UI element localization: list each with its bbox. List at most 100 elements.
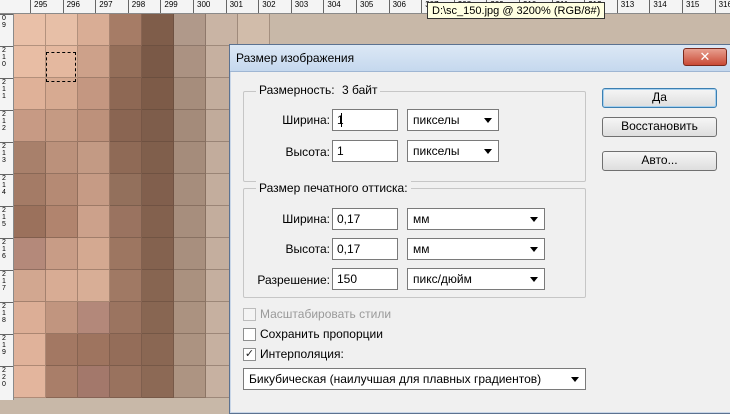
pixel-height-label: Высота:: [285, 145, 330, 159]
image-pixel: [174, 302, 206, 334]
pixel-dimensions-legend: Размерность: 3 байт: [256, 83, 381, 97]
image-pixel: [174, 14, 206, 46]
image-pixel: [78, 78, 110, 110]
image-pixel: [78, 46, 110, 78]
pixel-height-input[interactable]: 1: [332, 140, 398, 162]
resample-checkbox[interactable]: ✓: [243, 348, 256, 361]
pixel-dimensions-size: 3 байт: [341, 83, 378, 97]
ruler-tick-label: 2 1 2: [0, 110, 13, 142]
ruler-tick-label: 296: [62, 0, 80, 13]
pixel-dimensions-label: Размерность:: [259, 83, 335, 97]
image-pixel: [78, 110, 110, 142]
ruler-tick-label: 305: [356, 0, 373, 13]
ruler-tick-label: 303: [290, 0, 308, 13]
image-pixel: [174, 110, 206, 142]
image-pixel: [174, 334, 206, 366]
image-pixel: [78, 14, 110, 46]
constrain-proportions-checkbox[interactable]: [243, 328, 256, 341]
auto-button[interactable]: Авто...: [602, 151, 717, 171]
image-pixel: [142, 238, 174, 270]
pixel-width-unit-select[interactable]: пикселы: [407, 109, 499, 131]
ruler-tick-label: 295: [30, 0, 47, 13]
ruler-tick-label: 2 1 7: [0, 270, 13, 302]
reset-button[interactable]: Восстановить: [602, 117, 717, 137]
image-pixel: [174, 174, 206, 206]
ruler-tick-label: 298: [127, 0, 145, 13]
image-pixel: [14, 142, 46, 174]
image-pixel: [142, 110, 174, 142]
close-button[interactable]: ✕: [683, 48, 727, 66]
image-pixel: [46, 110, 78, 142]
image-pixel: [110, 334, 142, 366]
image-pixel: [174, 238, 206, 270]
image-pixel: [142, 174, 174, 206]
image-pixel: [46, 302, 78, 334]
image-pixel: [110, 46, 142, 78]
dropdown-arrow-icon: [530, 277, 538, 282]
dialog-titlebar[interactable]: Размер изображения ✕: [230, 45, 730, 72]
image-pixel: [110, 110, 142, 142]
pixel-dimensions-group: [243, 91, 586, 182]
image-pixel: [110, 366, 142, 398]
pixel-height-unit-select[interactable]: пикселы: [407, 140, 499, 162]
image-pixel: [14, 14, 46, 46]
dropdown-arrow-icon: [484, 118, 492, 123]
print-height-unit-select[interactable]: мм: [407, 238, 545, 260]
checkmark-icon: ✓: [244, 348, 255, 360]
resolution-label: Разрешение:: [257, 273, 330, 287]
dropdown-arrow-icon: [484, 149, 492, 154]
image-pixel: [78, 238, 110, 270]
image-pixel: [46, 366, 78, 398]
ok-button[interactable]: Да: [602, 88, 717, 108]
image-pixel: [14, 46, 46, 78]
resample-label: Интерполяция:: [260, 347, 344, 361]
dropdown-arrow-icon: [530, 217, 538, 222]
ruler-tick-label: 2 1 3: [0, 142, 13, 174]
resolution-unit-select[interactable]: пикс/дюйм: [407, 268, 545, 290]
resolution-unit-value: пикс/дюйм: [413, 272, 472, 286]
ruler-tick-label: 302: [258, 0, 276, 13]
image-pixel: [78, 206, 110, 238]
image-pixel: [142, 14, 174, 46]
document-title-tooltip: D:\sc_150.jpg @ 3200% (RGB/8#): [427, 2, 606, 19]
image-pixel: [110, 206, 142, 238]
image-pixel: [14, 270, 46, 302]
scale-styles-label: Масштабировать стили: [260, 307, 392, 321]
image-pixel: [14, 334, 46, 366]
image-pixel: [142, 78, 174, 110]
image-pixel: [142, 366, 174, 398]
print-width-unit-value: мм: [413, 212, 430, 226]
image-pixel: [46, 142, 78, 174]
image-pixel: [110, 238, 142, 270]
constrain-proportions-label: Сохранить пропорции: [260, 327, 383, 341]
image-pixel: [110, 78, 142, 110]
image-pixel: [14, 110, 46, 142]
ruler-tick-label: 2 1 4: [0, 174, 13, 206]
top-ruler: 2952962972982993003013023033043053063073…: [0, 0, 730, 14]
image-pixel: [110, 14, 142, 46]
resample-method-select[interactable]: Бикубическая (наилучшая для плавных град…: [243, 368, 586, 390]
ruler-tick-label: 2 1 9: [0, 334, 13, 366]
left-ruler: 0 92 1 02 1 12 1 22 1 32 1 42 1 52 1 62 …: [0, 14, 14, 400]
print-height-input[interactable]: 0,17: [332, 238, 398, 260]
image-pixel: [78, 270, 110, 302]
print-width-input[interactable]: 0,17: [332, 208, 398, 230]
scale-styles-checkbox[interactable]: [243, 308, 256, 321]
selection-marquee[interactable]: [46, 52, 76, 82]
ruler-tick-label: 306: [388, 0, 406, 13]
image-pixel: [174, 206, 206, 238]
image-pixel: [174, 270, 206, 302]
image-pixel: [14, 238, 46, 270]
image-pixel: [142, 302, 174, 334]
pixel-width-unit-value: пикселы: [413, 113, 460, 127]
ruler-tick-label: 2 1 1: [0, 78, 13, 110]
resolution-input[interactable]: 150: [332, 268, 398, 290]
pixel-width-label: Ширина:: [282, 113, 330, 127]
image-pixel: [110, 302, 142, 334]
dropdown-arrow-icon: [571, 377, 579, 382]
ruler-tick-label: 304: [323, 0, 341, 13]
image-pixel: [14, 78, 46, 110]
image-pixel: [174, 366, 206, 398]
image-size-dialog: Размер изображения ✕ Размерность: 3 байт…: [229, 44, 730, 414]
print-width-unit-select[interactable]: мм: [407, 208, 545, 230]
